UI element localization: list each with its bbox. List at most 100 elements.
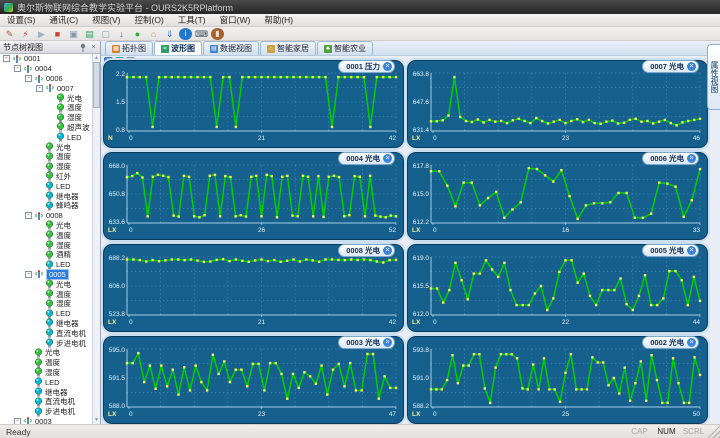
svg-text:633.6: 633.6 xyxy=(109,219,126,226)
play-icon[interactable]: ▶ xyxy=(35,28,48,40)
chart-close-icon[interactable]: × xyxy=(687,62,696,71)
menu-item-2[interactable]: 通讯(C) xyxy=(42,14,85,27)
tree-scrollbar[interactable]: ▲ ▼ xyxy=(92,54,100,424)
panel-icon[interactable]: ▢ xyxy=(99,28,112,40)
tree-leaf-温度[interactable]: 温度 xyxy=(0,230,92,240)
chart-close-icon[interactable]: × xyxy=(687,154,696,163)
data-point-marker xyxy=(535,167,539,171)
tab-智能农业[interactable]: ♣ 智能农业 xyxy=(317,41,373,55)
data-point-marker xyxy=(584,204,588,207)
tab-label: 波形图 xyxy=(171,44,195,53)
chart-title: 0008 光电 xyxy=(346,246,380,255)
data-point-marker xyxy=(298,75,302,79)
titlebar[interactable]: 奥尔斯物联网综合教学实验平台 - OURS2K5RPlatform xyxy=(0,0,720,14)
resize-grip[interactable] xyxy=(707,425,720,438)
tree-leaf-湿度[interactable]: 湿度 xyxy=(0,299,92,309)
home-icon[interactable]: ⌂ xyxy=(147,28,160,40)
chart-close-icon[interactable]: × xyxy=(687,338,696,347)
data-point-marker xyxy=(285,259,289,262)
tree-leaf-光电[interactable]: 光电 xyxy=(0,142,92,152)
tree-node-0004[interactable]: - 0004 xyxy=(0,64,92,74)
pin-icon[interactable] xyxy=(79,43,88,52)
menu-item-3[interactable]: 视图(V) xyxy=(85,14,127,27)
tree-leaf-湿度[interactable]: 湿度 xyxy=(0,367,92,378)
stop-icon[interactable]: ■ xyxy=(51,28,64,40)
data-point-marker xyxy=(429,388,433,391)
close-icon[interactable]: × xyxy=(89,43,98,52)
tree-leaf-酒精[interactable]: 酒精 xyxy=(0,250,92,260)
data-point-marker xyxy=(286,397,289,400)
data-point-marker xyxy=(356,75,359,79)
data-point-marker xyxy=(435,120,438,123)
chart-close-icon[interactable]: × xyxy=(383,154,392,163)
download-icon[interactable]: ↓ xyxy=(115,28,128,40)
expander-icon[interactable]: - xyxy=(25,270,32,278)
tab-智能家居[interactable]: ⌂ 智能家居 xyxy=(260,41,316,55)
properties-side-tab[interactable]: 属性视图 xyxy=(707,44,720,110)
tree-leaf-LED[interactable]: LED xyxy=(0,132,92,142)
menu-bar: 设置(S) 通讯(C) 视图(V) 控制(O) 工具(T) 窗口(W) 帮助(H) xyxy=(0,14,720,27)
lightning-icon[interactable]: ⚡ xyxy=(19,28,32,40)
expander-icon[interactable]: - xyxy=(36,84,43,92)
data-point-marker xyxy=(576,217,579,221)
tab-label: 智能农业 xyxy=(334,44,366,53)
chart-close-icon[interactable]: × xyxy=(383,246,392,255)
menu-item-5[interactable]: 工具(T) xyxy=(171,14,213,27)
expander-icon[interactable]: - xyxy=(14,65,21,73)
menu-item-6[interactable]: 窗口(W) xyxy=(213,14,258,27)
tab-label: 数据视图 xyxy=(220,44,252,53)
keyboard-icon[interactable]: ⌨ xyxy=(195,28,208,40)
window-switch-icon[interactable]: ▣ xyxy=(67,28,80,40)
tree-leaf-蜂鸣器[interactable]: 蜂鸣器 xyxy=(0,201,92,211)
exit-icon[interactable]: ▮ xyxy=(211,27,224,40)
info-icon[interactable]: i xyxy=(179,27,192,40)
tree-leaf-光电[interactable]: 光电 xyxy=(0,220,92,231)
tab-数据视图[interactable]: ▤ 数据视图 xyxy=(203,41,259,55)
data-view-icon: ▤ xyxy=(210,44,218,53)
tab-波形图[interactable]: ≈ 波形图 xyxy=(154,41,202,55)
network-start-icon[interactable]: ● xyxy=(131,28,144,40)
expander-icon[interactable]: - xyxy=(25,74,32,82)
data-point-marker xyxy=(228,75,231,79)
scroll-thumb[interactable] xyxy=(93,62,100,108)
tree-leaf-步进电机[interactable]: 步进电机 xyxy=(0,407,92,417)
pencil-icon[interactable]: ✎ xyxy=(3,28,16,40)
chart-close-icon[interactable]: × xyxy=(687,246,696,255)
tree-leaf-温度[interactable]: 温度 xyxy=(0,289,92,299)
scroll-up-icon[interactable]: ▲ xyxy=(93,54,100,62)
tree-node-0005[interactable]: -0005 xyxy=(0,268,92,280)
data-point-marker xyxy=(145,75,148,79)
tree-node-0003[interactable]: -0003 xyxy=(0,416,92,424)
chart-close-icon[interactable]: × xyxy=(383,62,392,71)
tree-item-label: 0001 xyxy=(24,54,41,64)
tree-item-label: 0008 xyxy=(46,211,63,221)
menu-item-4[interactable]: 控制(O) xyxy=(128,14,171,27)
tree-leaf-湿度[interactable]: 湿度 xyxy=(0,240,92,250)
import-icon[interactable]: ⇓ xyxy=(163,28,176,40)
expander-icon[interactable]: - xyxy=(25,212,32,220)
tree-leaf-超声波[interactable]: 超声波 xyxy=(0,122,92,133)
menu-item-1[interactable]: 设置(S) xyxy=(0,14,42,27)
tree-leaf-光电[interactable]: 光电 xyxy=(0,279,92,289)
antenna-node-icon xyxy=(35,74,43,83)
sensor-bulb-icon xyxy=(34,407,43,417)
scroll-down-icon[interactable]: ▼ xyxy=(93,416,100,424)
tree-leaf-红外[interactable]: 红外 xyxy=(0,171,92,182)
tree-node-0006[interactable]: - 0006 xyxy=(0,74,92,84)
chart-close-icon[interactable]: × xyxy=(383,338,392,347)
tab-拓扑图[interactable]: ▦ 拓扑图 xyxy=(105,41,153,55)
data-point-marker xyxy=(382,75,385,79)
tree-node-0001[interactable]: - 0001 xyxy=(0,54,92,64)
data-point-marker xyxy=(170,75,173,79)
tree-node-0008[interactable]: - 0008 xyxy=(0,211,92,221)
data-point-marker xyxy=(317,75,321,79)
tree-leaf-温度[interactable]: 温度 xyxy=(0,152,92,162)
svg-text:631.4: 631.4 xyxy=(413,127,430,134)
menu-item-7[interactable]: 帮助(H) xyxy=(257,14,300,27)
data-point-marker xyxy=(266,75,270,79)
data-point-marker xyxy=(379,215,382,218)
tree-leaf-湿度[interactable]: 湿度 xyxy=(0,162,92,172)
data-point-marker xyxy=(649,212,653,215)
expander-icon[interactable]: - xyxy=(3,55,10,63)
chart-image-icon[interactable]: ▤ xyxy=(83,28,96,40)
